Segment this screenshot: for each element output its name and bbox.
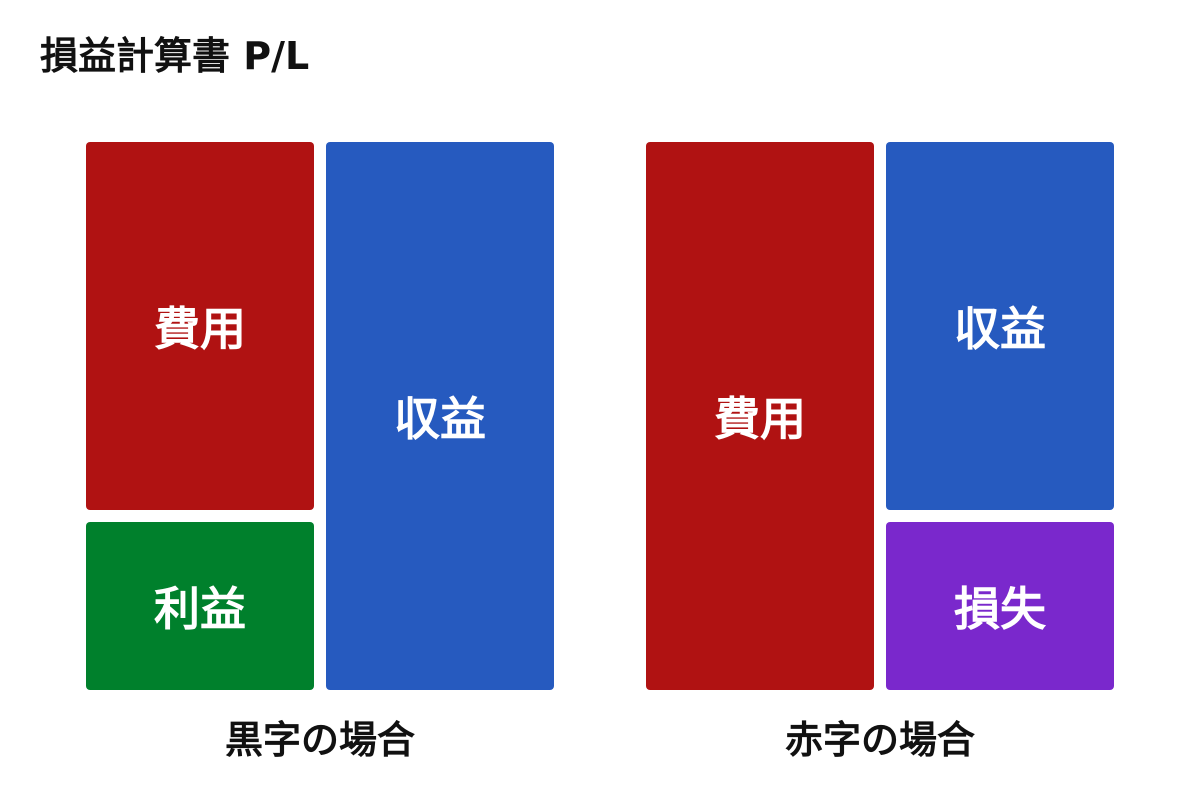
loss-case-loss-label: 損失	[954, 582, 1046, 636]
profit-case-caption: 黒字の場合	[224, 718, 415, 762]
profit-case-revenue-block: 収益	[326, 142, 554, 690]
profit-case-profit-block: 利益	[86, 522, 314, 690]
loss-case-expense-label: 費用	[714, 392, 806, 446]
loss-case-expense-block: 費用	[646, 142, 874, 690]
loss-case-revenue-label: 収益	[954, 302, 1046, 356]
loss-case-caption: 赤字の場合	[784, 718, 975, 762]
loss-case-revenue-block: 収益	[886, 142, 1114, 510]
profit-case-expense-label: 費用	[154, 302, 246, 356]
profit-case-profit-label: 利益	[154, 582, 246, 636]
profit-case-expense-block: 費用	[86, 142, 314, 510]
page-title: 損益計算書 P/L	[40, 34, 310, 78]
loss-case-loss-block: 損失	[886, 522, 1114, 690]
profit-case-revenue-label: 収益	[394, 392, 486, 446]
